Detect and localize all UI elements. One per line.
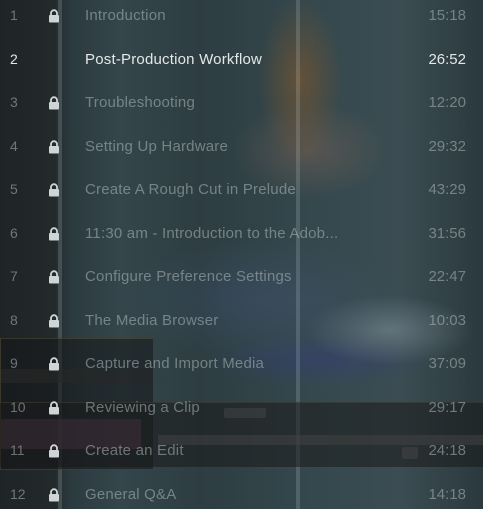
item-duration: 15:18 (428, 7, 466, 24)
item-duration: 43:29 (428, 181, 466, 198)
item-duration: 24:18 (428, 442, 466, 459)
item-title: 11:30 am - Introduction to the Adob... (85, 224, 339, 242)
item-title: Reviewing a Clip (85, 398, 200, 416)
item-duration: 22:47 (428, 268, 466, 285)
item-number: 4 (10, 137, 18, 154)
playlist-item-1[interactable]: 1 Introduction 15:18 (0, 0, 483, 37)
item-title: Configure Preference Settings (85, 268, 292, 285)
item-duration: 14:18 (428, 485, 466, 503)
item-duration: 10:03 (428, 311, 466, 329)
playlist-item-8[interactable]: 8 The Media Browser 10:03 (0, 299, 483, 342)
item-title: Troubleshooting (85, 94, 196, 111)
item-number: 11 (10, 442, 25, 458)
playlist-item-12[interactable]: 12 General Q&A 14:18 (0, 473, 483, 509)
item-number: 6 (10, 224, 18, 241)
lock-icon (48, 357, 60, 371)
item-number: 10 (10, 398, 26, 415)
playlist-item-7[interactable]: 7 Configure Preference Settings 22:47 (0, 255, 483, 298)
playlist-item-10[interactable]: 10 Reviewing a Clip 29:17 (0, 386, 483, 429)
item-number: 7 (10, 268, 18, 284)
item-title: Setting Up Hardware (85, 137, 229, 155)
lock-icon (48, 96, 60, 110)
lock-icon (48, 9, 60, 23)
item-duration: 29:32 (428, 137, 466, 155)
playlist-item-9[interactable]: 9 Capture and Import Media 37:09 (0, 342, 483, 385)
lock-icon (48, 270, 60, 284)
item-title: Introduction (85, 7, 166, 24)
playlist-item-3[interactable]: 3 Troubleshooting 12:20 (0, 81, 483, 124)
item-number: 12 (10, 485, 26, 502)
item-number: 5 (10, 181, 18, 197)
item-duration: 26:52 (428, 50, 466, 68)
item-title: The Media Browser (85, 311, 219, 329)
item-number: 1 (10, 7, 18, 23)
playlist-item-5[interactable]: 5 Create A Rough Cut in Prelude 43:29 (0, 168, 483, 211)
lock-icon (48, 444, 60, 458)
item-number: 9 (10, 355, 18, 371)
item-number: 3 (10, 94, 18, 110)
item-title: General Q&A (85, 485, 177, 503)
item-number: 2 (10, 50, 18, 67)
lock-icon (48, 400, 60, 415)
item-title: Post-Production Workflow (85, 50, 263, 68)
item-title: Create A Rough Cut in Prelude (85, 181, 296, 198)
playlist-item-2[interactable]: 2 Post-Production Workflow 26:52 (0, 38, 483, 81)
playlist-item-4[interactable]: 4 Setting Up Hardware 29:32 (0, 125, 483, 168)
lock-icon (48, 487, 60, 502)
playlist-item-6[interactable]: 6 11:30 am - Introduction to the Adob...… (0, 212, 483, 255)
item-duration: 31:56 (428, 224, 466, 242)
video-player: 1 Introduction 15:18 2 Post-Production W… (0, 0, 483, 509)
lock-icon (48, 226, 60, 241)
lock-icon (48, 313, 60, 328)
item-duration: 29:17 (428, 398, 466, 416)
item-number: 8 (10, 311, 18, 328)
item-duration: 12:20 (428, 94, 466, 111)
lock-icon (48, 183, 60, 197)
item-title: Create an Edit (85, 442, 184, 459)
lock-icon (48, 139, 60, 154)
playlist-item-11[interactable]: 11 Create an Edit 24:18 (0, 429, 483, 472)
item-title: Capture and Import Media (85, 355, 265, 372)
item-duration: 37:09 (428, 355, 466, 372)
playlist: 1 Introduction 15:18 2 Post-Production W… (0, 0, 483, 509)
